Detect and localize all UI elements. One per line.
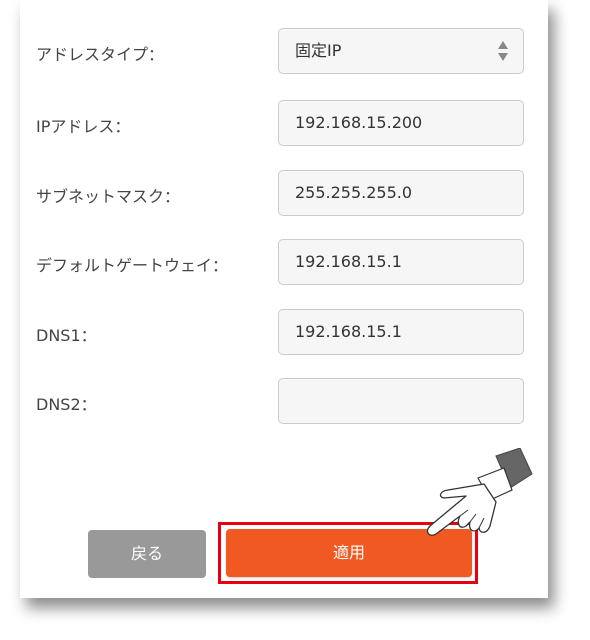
subnet-mask-row: サブネットマスク： 255.255.255.0 [20, 170, 548, 220]
address-type-label: アドレスタイプ： [36, 45, 165, 64]
ip-address-input[interactable]: 192.168.15.200 [278, 100, 524, 146]
default-gateway-input[interactable]: 192.168.15.1 [278, 239, 524, 285]
dns1-label: DNS1： [36, 326, 97, 345]
subnet-mask-input[interactable]: 255.255.255.0 [278, 170, 524, 216]
dns2-input[interactable] [278, 378, 524, 424]
address-type-select[interactable]: 固定IP [278, 28, 524, 74]
default-gateway-label: デフォルトゲートウェイ： [36, 256, 229, 275]
dns1-input[interactable]: 192.168.15.1 [278, 309, 524, 355]
pointing-hand-icon [426, 448, 533, 536]
back-button[interactable]: 戻る [88, 530, 206, 578]
dns2-label: DNS2： [36, 395, 97, 414]
address-type-value: 固定IP [295, 41, 342, 60]
dns1-row: DNS1： 192.168.15.1 [20, 309, 548, 359]
address-type-row: アドレスタイプ： 固定IP [20, 28, 548, 78]
ip-address-label: IPアドレス： [36, 117, 131, 136]
ip-address-row: IPアドレス： 192.168.15.200 [20, 100, 548, 150]
subnet-mask-label: サブネットマスク： [36, 187, 181, 206]
default-gateway-row: デフォルトゲートウェイ： 192.168.15.1 [20, 239, 548, 289]
up-down-arrows-icon [498, 41, 508, 61]
dns2-row: DNS2： [20, 378, 548, 428]
